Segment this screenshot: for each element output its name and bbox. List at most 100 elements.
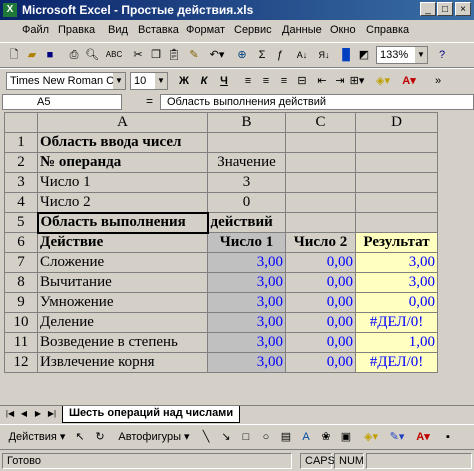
align-left-icon[interactable]: ≡ bbox=[240, 72, 256, 90]
name-box[interactable]: A5 bbox=[2, 94, 122, 110]
format-painter-icon[interactable]: ✎ bbox=[186, 46, 202, 64]
bold-button[interactable]: Ж bbox=[176, 72, 192, 90]
paste-icon[interactable]: 📋︎ bbox=[166, 46, 182, 64]
cell-a11[interactable]: Возведение в степень bbox=[37, 332, 208, 353]
close-button[interactable]: × bbox=[455, 2, 471, 16]
select-objects-icon[interactable]: ↖ bbox=[72, 428, 88, 446]
cell-c11[interactable]: 0,00 bbox=[285, 332, 356, 353]
cell-c2[interactable] bbox=[285, 152, 356, 173]
cell-a9[interactable]: Умножение bbox=[37, 292, 208, 313]
autoshapes-button[interactable]: Автофигуры ▾ bbox=[114, 428, 194, 446]
row-header[interactable]: 3 bbox=[4, 172, 38, 193]
sort-desc-icon[interactable]: Я↓ bbox=[314, 46, 334, 64]
row-header[interactable]: 8 bbox=[4, 272, 38, 293]
cell-d4[interactable] bbox=[355, 192, 438, 213]
cell-b11[interactable]: 3,00 bbox=[207, 332, 286, 353]
drawing-icon[interactable]: ◩ bbox=[356, 46, 372, 64]
prev-sheet-icon[interactable]: ◀ bbox=[18, 408, 30, 420]
chart-wizard-icon[interactable]: ▐▌ bbox=[338, 46, 354, 64]
clipart-icon[interactable]: ❀ bbox=[318, 428, 334, 446]
row-header[interactable]: 9 bbox=[4, 292, 38, 313]
cell-d2[interactable] bbox=[355, 152, 438, 173]
cell-c6[interactable]: Число 2 bbox=[285, 232, 356, 253]
cell-b2[interactable]: Значение bbox=[207, 152, 286, 173]
cell-a7[interactable]: Сложение bbox=[37, 252, 208, 273]
picture-icon[interactable]: ▣ bbox=[338, 428, 354, 446]
toolbar-options-icon[interactable]: » bbox=[430, 72, 446, 90]
menu-window[interactable]: Окно bbox=[330, 24, 356, 36]
cell-d3[interactable] bbox=[355, 172, 438, 193]
sheet-tab[interactable]: Шесть операций над числами bbox=[62, 406, 241, 423]
row-header[interactable]: 12 bbox=[4, 352, 38, 373]
row-header[interactable]: 10 bbox=[4, 312, 38, 333]
cell-a6[interactable]: Действие bbox=[37, 232, 208, 253]
menu-insert[interactable]: Вставка bbox=[138, 24, 179, 36]
font-color-icon[interactable]: A▾ bbox=[398, 72, 420, 90]
rectangle-icon[interactable]: □ bbox=[238, 428, 254, 446]
cell-c1[interactable] bbox=[285, 132, 356, 153]
column-header-c[interactable]: C bbox=[285, 112, 356, 133]
outdent-icon[interactable]: ⇤ bbox=[314, 72, 330, 90]
column-header-b[interactable]: B bbox=[207, 112, 286, 133]
cell-d11[interactable]: 1,00 bbox=[355, 332, 438, 353]
menu-data[interactable]: Данные bbox=[282, 24, 322, 36]
underline-button[interactable]: Ч bbox=[216, 72, 232, 90]
cell-b1[interactable] bbox=[207, 132, 286, 153]
line-icon[interactable]: ╲ bbox=[198, 428, 214, 446]
save-icon[interactable]: ■ bbox=[42, 46, 58, 64]
cell-c9[interactable]: 0,00 bbox=[285, 292, 356, 313]
row-header[interactable]: 7 bbox=[4, 252, 38, 273]
cell-c5[interactable] bbox=[285, 212, 356, 233]
cell-a8[interactable]: Вычитание bbox=[37, 272, 208, 293]
next-sheet-icon[interactable]: ▶ bbox=[32, 408, 44, 420]
row-header[interactable]: 5 bbox=[4, 212, 38, 233]
cell-a1[interactable]: Область ввода чисел bbox=[37, 132, 208, 153]
cell-b12[interactable]: 3,00 bbox=[207, 352, 286, 373]
column-header-d[interactable]: D bbox=[355, 112, 438, 133]
menu-edit[interactable]: Правка bbox=[58, 24, 95, 36]
cell-d9[interactable]: 0,00 bbox=[355, 292, 438, 313]
italic-button[interactable]: К bbox=[196, 72, 212, 90]
menu-help[interactable]: Справка bbox=[366, 24, 409, 36]
cell-a2[interactable]: № операнда bbox=[37, 152, 208, 173]
line-color-icon[interactable]: ✎▾ bbox=[386, 428, 408, 446]
function-icon[interactable]: ƒ bbox=[272, 46, 288, 64]
wordart-icon[interactable]: A bbox=[298, 428, 314, 446]
cell-d10[interactable]: #ДЕЛ/0! bbox=[355, 312, 438, 333]
cell-d1[interactable] bbox=[355, 132, 438, 153]
cell-c8[interactable]: 0,00 bbox=[285, 272, 356, 293]
row-header[interactable]: 6 bbox=[4, 232, 38, 253]
cell-d5[interactable] bbox=[355, 212, 438, 233]
menu-file[interactable]: Файл bbox=[22, 24, 49, 36]
cell-c4[interactable] bbox=[285, 192, 356, 213]
cell-a10[interactable]: Деление bbox=[37, 312, 208, 333]
minimize-button[interactable]: _ bbox=[420, 2, 436, 16]
fill-color-icon[interactable]: ◈▾ bbox=[372, 72, 394, 90]
cell-b4[interactable]: 0 bbox=[207, 192, 286, 213]
oval-icon[interactable]: ○ bbox=[258, 428, 274, 446]
maximize-button[interactable]: □ bbox=[437, 2, 453, 16]
draw-actions-button[interactable]: Действия ▾ bbox=[6, 428, 68, 446]
new-icon[interactable]: 🗋 bbox=[6, 46, 22, 64]
sort-asc-icon[interactable]: A↓ bbox=[292, 46, 312, 64]
cell-b9[interactable]: 3,00 bbox=[207, 292, 286, 313]
row-header[interactable]: 4 bbox=[4, 192, 38, 213]
menu-tools[interactable]: Сервис bbox=[234, 24, 272, 36]
row-header[interactable]: 2 bbox=[4, 152, 38, 173]
cut-icon[interactable]: ✂ bbox=[130, 46, 146, 64]
cell-c10[interactable]: 0,00 bbox=[285, 312, 356, 333]
font-name-select[interactable]: Times New Roman Cyr ▼ bbox=[6, 72, 126, 90]
align-right-icon[interactable]: ≡ bbox=[276, 72, 292, 90]
cell-d8[interactable]: 3,00 bbox=[355, 272, 438, 293]
cell-c12[interactable]: 0,00 bbox=[285, 352, 356, 373]
arrow-icon[interactable]: ↘ bbox=[218, 428, 234, 446]
open-icon[interactable]: ▰ bbox=[24, 46, 40, 64]
draw-fill-color-icon[interactable]: ◈▾ bbox=[360, 428, 382, 446]
menu-view[interactable]: Вид bbox=[108, 24, 128, 36]
borders-icon[interactable]: ⊞▾ bbox=[346, 72, 368, 90]
align-center-icon[interactable]: ≡ bbox=[258, 72, 274, 90]
cell-b3[interactable]: 3 bbox=[207, 172, 286, 193]
undo-icon[interactable]: ↶▾ bbox=[206, 46, 228, 64]
help-icon[interactable]: ? bbox=[434, 46, 450, 64]
last-sheet-icon[interactable]: ▶| bbox=[46, 408, 58, 420]
